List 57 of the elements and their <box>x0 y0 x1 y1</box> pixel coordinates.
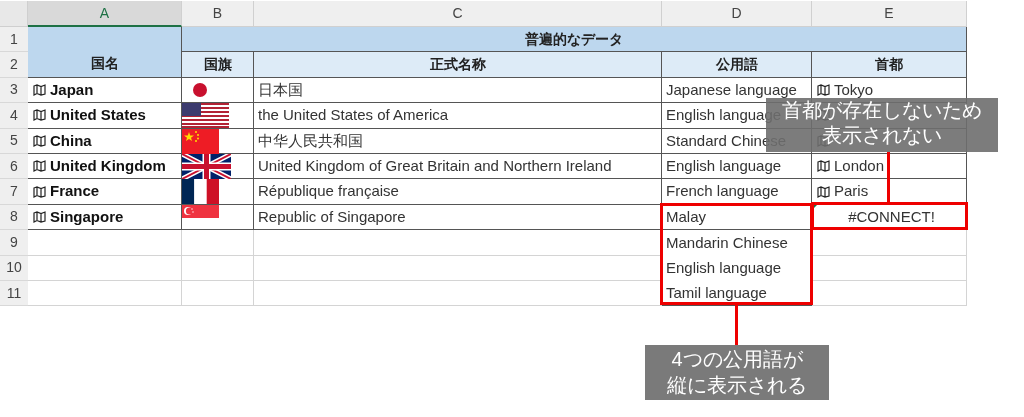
map-icon <box>33 210 46 223</box>
row-header[interactable]: 5 <box>0 128 28 154</box>
map-icon <box>33 185 46 198</box>
country-name: United Kingdom <box>50 155 166 176</box>
country-name: United States <box>50 105 146 126</box>
map-icon <box>33 134 46 147</box>
flag-icon <box>182 128 219 154</box>
map-icon <box>817 83 830 96</box>
column-header[interactable]: A <box>28 1 182 27</box>
table-header: 正式名称 <box>254 52 662 78</box>
capital-name: Tokyo <box>834 79 874 100</box>
flag-icon <box>192 81 208 98</box>
capital-name: Paris <box>834 181 869 202</box>
row-header[interactable]: 4 <box>0 103 28 129</box>
row-header[interactable]: 1 <box>0 27 28 53</box>
map-icon <box>817 185 830 198</box>
row-header[interactable]: 8 <box>0 204 28 231</box>
map-icon <box>33 109 46 122</box>
error-indicator <box>812 204 817 210</box>
table-header: 国名 <box>28 27 182 78</box>
column-header[interactable]: E <box>812 1 967 27</box>
map-icon <box>33 160 46 173</box>
column-header[interactable]: C <box>254 1 662 27</box>
table-header: 首都 <box>812 52 967 78</box>
table-cell: 日本国 <box>254 77 662 104</box>
row-header[interactable]: 11 <box>0 280 28 307</box>
row-header[interactable]: 2 <box>0 52 28 78</box>
table-header: 公用語 <box>662 52 812 78</box>
error-value: #CONNECT! <box>848 208 935 225</box>
country-name: Japan <box>50 79 94 100</box>
column-header[interactable]: D <box>662 1 812 27</box>
row-header[interactable]: 9 <box>0 230 28 256</box>
leader-line <box>735 304 738 346</box>
table-cell: République française <box>254 179 662 205</box>
row-header[interactable]: 7 <box>0 179 28 205</box>
row-header[interactable]: 3 <box>0 77 28 104</box>
country-name: France <box>50 181 100 202</box>
callout-label: 表示されない <box>822 123 942 148</box>
capital-name: London <box>834 155 885 176</box>
select-all-corner[interactable] <box>0 1 28 27</box>
leader-line <box>887 152 890 204</box>
callout-label: 4つの公用語が <box>671 347 803 372</box>
country-name: Singapore <box>50 206 124 227</box>
table-cell: United Kingdom of Great Britain and Northern Ireland <box>254 153 662 180</box>
table-header: 国旗 <box>182 52 254 78</box>
table-cell: the United States of America <box>254 103 662 129</box>
country-name: China <box>50 130 92 151</box>
row-header[interactable]: 10 <box>0 255 28 281</box>
map-icon <box>33 83 46 96</box>
column-header[interactable]: B <box>182 1 254 27</box>
table-cell: English language <box>662 153 812 180</box>
map-icon <box>817 160 830 173</box>
table-cell: 中华人民共和国 <box>254 128 662 154</box>
row-header[interactable]: 6 <box>0 153 28 180</box>
callout-label: 縦に表示される <box>667 373 807 398</box>
flag-icon <box>182 103 229 129</box>
table-header: 普遍的なデータ <box>182 27 967 53</box>
